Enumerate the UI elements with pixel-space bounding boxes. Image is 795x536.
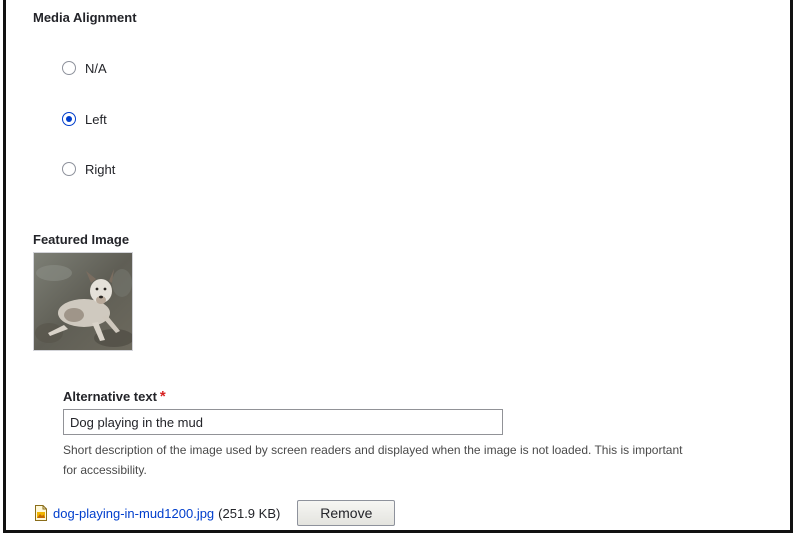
alt-text-label: Alternative text — [63, 389, 157, 404]
radio-na-label[interactable]: N/A — [85, 61, 107, 76]
form-panel: Media Alignment N/A Left Right Featured … — [3, 0, 793, 533]
required-marker: * — [159, 388, 166, 405]
file-row: dog-playing-in-mud1200.jpg (251.9 KB) Re… — [35, 500, 396, 526]
radio-option-left[interactable]: Left — [62, 109, 107, 129]
file-name-link[interactable]: dog-playing-in-mud1200.jpg — [53, 506, 214, 521]
alt-text-label-row: Alternative text * — [63, 388, 166, 405]
radio-na-button[interactable] — [62, 61, 76, 75]
radio-left-button[interactable] — [62, 112, 76, 126]
featured-image-thumbnail — [33, 252, 133, 351]
remove-button[interactable]: Remove — [297, 500, 396, 526]
alt-text-input[interactable] — [63, 409, 503, 435]
radio-left-label[interactable]: Left — [85, 112, 107, 127]
radio-right-button[interactable] — [62, 162, 76, 176]
media-alignment-label: Media Alignment — [33, 10, 137, 25]
radio-right-label[interactable]: Right — [85, 162, 115, 177]
alt-text-help: Short description of the image used by s… — [63, 443, 683, 477]
radio-option-na[interactable]: N/A — [62, 58, 107, 78]
featured-image-label: Featured Image — [33, 232, 130, 247]
radio-option-right[interactable]: Right — [62, 159, 115, 179]
image-file-icon — [35, 505, 47, 521]
file-size: (251.9 KB) — [218, 505, 281, 521]
